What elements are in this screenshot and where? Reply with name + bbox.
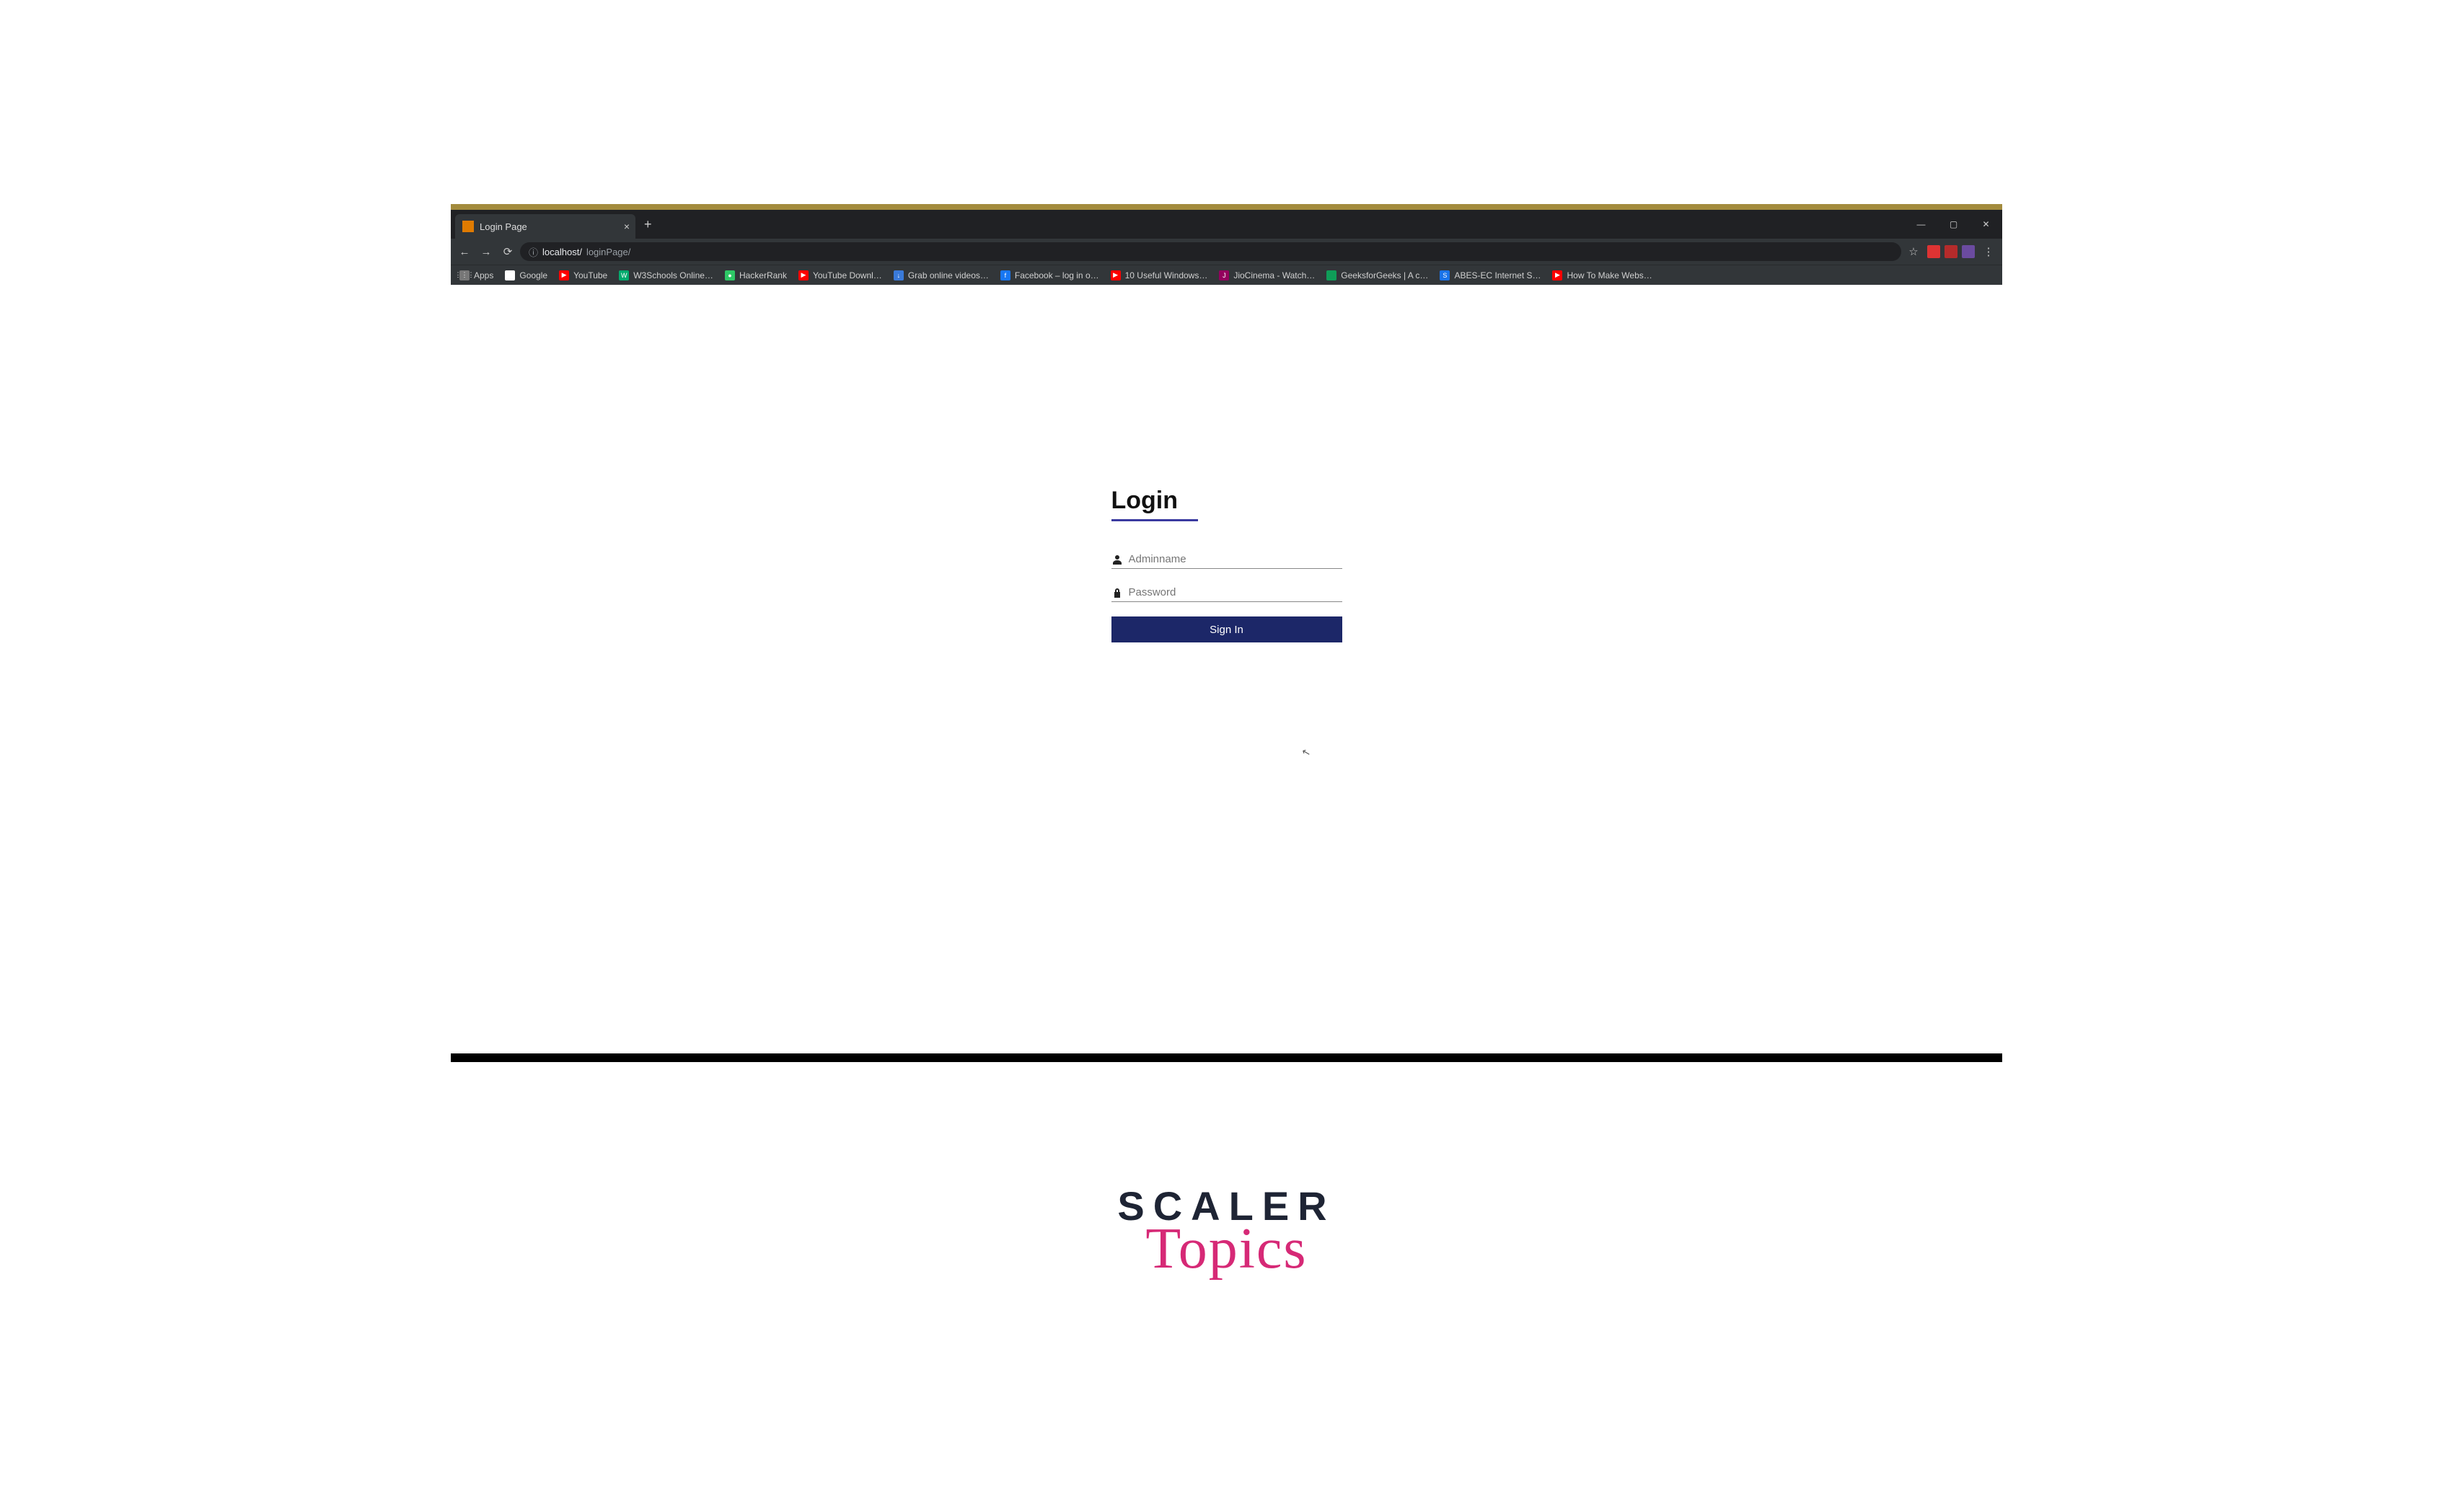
title-underline xyxy=(1111,519,1198,521)
lock-icon xyxy=(1111,588,1123,598)
bookmark-favicon-icon: G xyxy=(505,270,515,280)
login-title: Login xyxy=(1111,487,1342,515)
bookmark-star-icon[interactable]: ☆ xyxy=(1904,242,1923,261)
cursor-icon: ↖ xyxy=(1300,746,1312,759)
profile-avatar-icon[interactable] xyxy=(1962,245,1975,258)
bookmarks-bar: ⋮⋮⋮ Apps G Google ▶ YouTube W W3Schools Online…… xyxy=(451,265,2002,285)
back-button[interactable]: ← xyxy=(455,242,474,261)
bookmark-label: JioCinema - Watch… xyxy=(1233,270,1315,280)
bookmark-label: Google xyxy=(519,270,547,280)
favicon-icon xyxy=(462,221,474,232)
maximize-button[interactable]: ▢ xyxy=(1937,210,1970,239)
bookmark-favicon-icon: ↓ xyxy=(894,270,904,280)
bookmark-label: W3Schools Online… xyxy=(633,270,713,280)
bookmark-favicon-icon: W xyxy=(619,270,629,280)
close-tab-icon[interactable]: × xyxy=(624,221,630,232)
bookmark-item[interactable]: ▶ 10 Useful Windows… xyxy=(1106,269,1212,282)
bookmark-item[interactable]: f Facebook – log in o… xyxy=(996,269,1104,282)
bookmark-label: GeeksforGeeks | A c… xyxy=(1341,270,1428,280)
bookmark-label: ABES-EC Internet S… xyxy=(1454,270,1541,280)
bookmark-item[interactable]: J JioCinema - Watch… xyxy=(1215,269,1319,282)
bookmark-item[interactable]: ▶ YouTube xyxy=(555,269,612,282)
bookmark-item[interactable]: W W3Schools Online… xyxy=(615,269,718,282)
browser-window: Login Page × + — ▢ ✕ ← → ⟳ ⓘ localhost/l… xyxy=(451,204,2002,1062)
sign-in-button[interactable]: Sign In xyxy=(1111,616,1342,642)
password-field xyxy=(1111,583,1342,602)
new-tab-button[interactable]: + xyxy=(644,217,652,232)
bookmark-item[interactable]: ● HackerRank xyxy=(721,269,791,282)
bookmark-label: Facebook – log in o… xyxy=(1015,270,1099,280)
page-viewport: Login Sign In ↖ xyxy=(451,285,2002,1053)
site-info-icon[interactable]: ⓘ xyxy=(529,245,538,259)
bookmark-label: HackerRank xyxy=(739,270,787,280)
bookmark-favicon-icon: ● xyxy=(725,270,735,280)
bookmark-item[interactable]: G Google xyxy=(501,269,552,282)
bookmark-favicon-icon: f xyxy=(1000,270,1010,280)
window-controls: — ▢ ✕ xyxy=(1905,210,2002,239)
bookmark-favicon-icon: J xyxy=(1219,270,1229,280)
url-bar[interactable]: ⓘ localhost/loginPage/ xyxy=(520,242,1901,261)
bookmark-item[interactable]: ⋮⋮⋮ Apps xyxy=(455,269,498,282)
bookmark-item[interactable]: ↓ Grab online videos… xyxy=(889,269,993,282)
bookmark-favicon-icon: ▶ xyxy=(559,270,569,280)
bookmark-item[interactable]: GeeksforGeeks | A c… xyxy=(1322,269,1432,282)
bookmark-label: 10 Useful Windows… xyxy=(1125,270,1208,280)
user-icon xyxy=(1111,554,1123,565)
password-input[interactable] xyxy=(1129,586,1342,598)
bookmark-favicon-icon: ▶ xyxy=(798,270,809,280)
reload-button[interactable]: ⟳ xyxy=(498,242,517,261)
bookmark-favicon-icon: ⋮⋮⋮ xyxy=(459,270,470,280)
login-form: Login Sign In xyxy=(1111,487,1342,642)
bookmark-label: Grab online videos… xyxy=(908,270,989,280)
extension-icon[interactable] xyxy=(1927,245,1940,258)
bookmark-favicon-icon: ▶ xyxy=(1111,270,1121,280)
extension-icon[interactable] xyxy=(1945,245,1957,258)
bookmark-label: YouTube xyxy=(573,270,607,280)
bookmark-item[interactable]: ▶ How To Make Webs… xyxy=(1548,269,1656,282)
browser-menu-button[interactable]: ⋮ xyxy=(1979,242,1998,261)
url-path: loginPage/ xyxy=(586,247,630,257)
bookmark-favicon-icon: ▶ xyxy=(1552,270,1562,280)
browser-tab[interactable]: Login Page × xyxy=(455,214,635,239)
url-host: localhost/ xyxy=(542,247,582,257)
minimize-button[interactable]: — xyxy=(1905,210,1937,239)
username-input[interactable] xyxy=(1129,553,1342,565)
bookmark-favicon-icon: S xyxy=(1440,270,1450,280)
forward-button[interactable]: → xyxy=(477,242,496,261)
scaler-topics-logo: SCALER Topics xyxy=(1117,1182,1335,1282)
toolbar-right: ☆ ⋮ xyxy=(1904,242,1998,261)
bookmark-item[interactable]: S ABES-EC Internet S… xyxy=(1435,269,1545,282)
bookmark-favicon-icon xyxy=(1326,270,1336,280)
username-field xyxy=(1111,550,1342,569)
address-bar-row: ← → ⟳ ⓘ localhost/loginPage/ ☆ ⋮ xyxy=(451,239,2002,265)
bottom-bar xyxy=(451,1053,2002,1062)
bookmark-item[interactable]: ▶ YouTube Downl… xyxy=(794,269,886,282)
brand-line2: Topics xyxy=(1117,1216,1335,1282)
tab-title: Login Page xyxy=(480,221,527,232)
titlebar: Login Page × + — ▢ ✕ xyxy=(451,210,2002,239)
bookmark-label: YouTube Downl… xyxy=(813,270,882,280)
bookmark-label: How To Make Webs… xyxy=(1567,270,1652,280)
close-window-button[interactable]: ✕ xyxy=(1970,210,2002,239)
bookmark-label: Apps xyxy=(474,270,493,280)
